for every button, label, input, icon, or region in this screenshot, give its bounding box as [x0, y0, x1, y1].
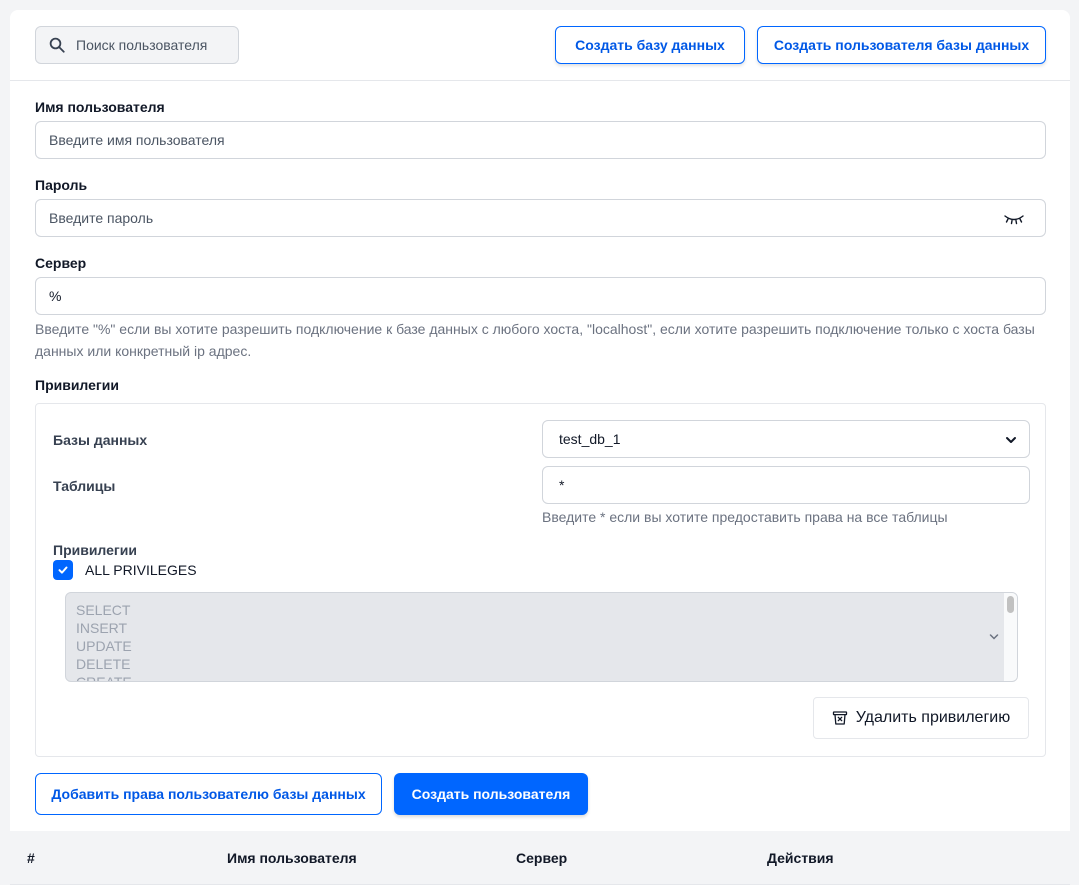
search-input[interactable]	[76, 37, 226, 53]
privileges-multiselect[interactable]: SELECT INSERT UPDATE DELETE CREATE	[65, 592, 1018, 682]
tables-label: Таблицы	[53, 478, 116, 494]
trash-icon	[832, 711, 847, 725]
database-select[interactable]: test_db_1	[542, 420, 1030, 458]
column-header-number: #	[27, 850, 35, 866]
privilege-option[interactable]: UPDATE	[66, 637, 132, 655]
privilege-option[interactable]: INSERT	[66, 619, 132, 637]
scrollbar-thumb[interactable]	[1007, 596, 1014, 613]
search-icon	[49, 37, 65, 53]
create-database-button[interactable]: Создать базу данных	[555, 26, 745, 64]
privilege-block: Базы данных test_db_1 Таблицы Введите * …	[35, 403, 1046, 757]
topbar: Создать базу данных Создать пользователя…	[10, 10, 1070, 81]
delete-privilege-button[interactable]: Удалить привилегию	[813, 697, 1029, 739]
users-table-header: # Имя пользователя Сервер Действия	[10, 831, 1070, 885]
server-field-wrapper	[35, 277, 1046, 315]
password-field-wrapper	[35, 199, 1046, 237]
privilege-option[interactable]: SELECT	[66, 601, 132, 619]
tables-hint: Введите * если вы хотите предоставить пр…	[542, 509, 948, 525]
privilege-option[interactable]: DELETE	[66, 655, 132, 673]
checkmark-icon	[58, 566, 68, 574]
username-field-wrapper	[35, 121, 1046, 159]
tables-field-wrapper	[542, 466, 1030, 504]
tables-input[interactable]	[559, 477, 982, 493]
database-select-value: test_db_1	[559, 431, 621, 447]
privileges-options: SELECT INSERT UPDATE DELETE CREATE	[66, 601, 132, 681]
chevron-down-icon	[1006, 437, 1016, 443]
create-user-button[interactable]: Создать пользователя	[394, 773, 588, 815]
create-database-user-button[interactable]: Создать пользователя базы данных	[757, 26, 1046, 64]
password-input[interactable]	[49, 210, 946, 226]
server-input[interactable]	[49, 288, 946, 304]
username-label: Имя пользователя	[35, 99, 165, 115]
column-header-server: Сервер	[516, 850, 568, 866]
main-card: Создать базу данных Создать пользователя…	[10, 10, 1070, 885]
privileges-section-label: Привилегии	[35, 377, 119, 393]
delete-privilege-label: Удалить привилегию	[855, 709, 1011, 726]
chevron-down-icon	[989, 634, 999, 640]
all-privileges-label: ALL PRIVILEGES	[85, 562, 197, 578]
databases-label: Базы данных	[53, 432, 148, 448]
column-header-actions: Действия	[767, 850, 834, 866]
password-label: Пароль	[35, 177, 88, 193]
server-label: Сервер	[35, 255, 87, 271]
column-header-username: Имя пользователя	[227, 850, 357, 866]
privileges-label: Привилегии	[53, 542, 137, 558]
username-input[interactable]	[49, 132, 946, 148]
server-hint: Введите "%" если вы хотите разрешить под…	[35, 321, 1035, 359]
all-privileges-checkbox[interactable]	[53, 560, 73, 580]
add-user-rights-button[interactable]: Добавить права пользователю базы данных	[35, 773, 382, 815]
eye-closed-icon[interactable]	[1003, 212, 1025, 226]
privilege-option[interactable]: CREATE	[66, 673, 132, 681]
scrollbar[interactable]	[1003, 593, 1017, 681]
search-box[interactable]	[35, 26, 239, 64]
